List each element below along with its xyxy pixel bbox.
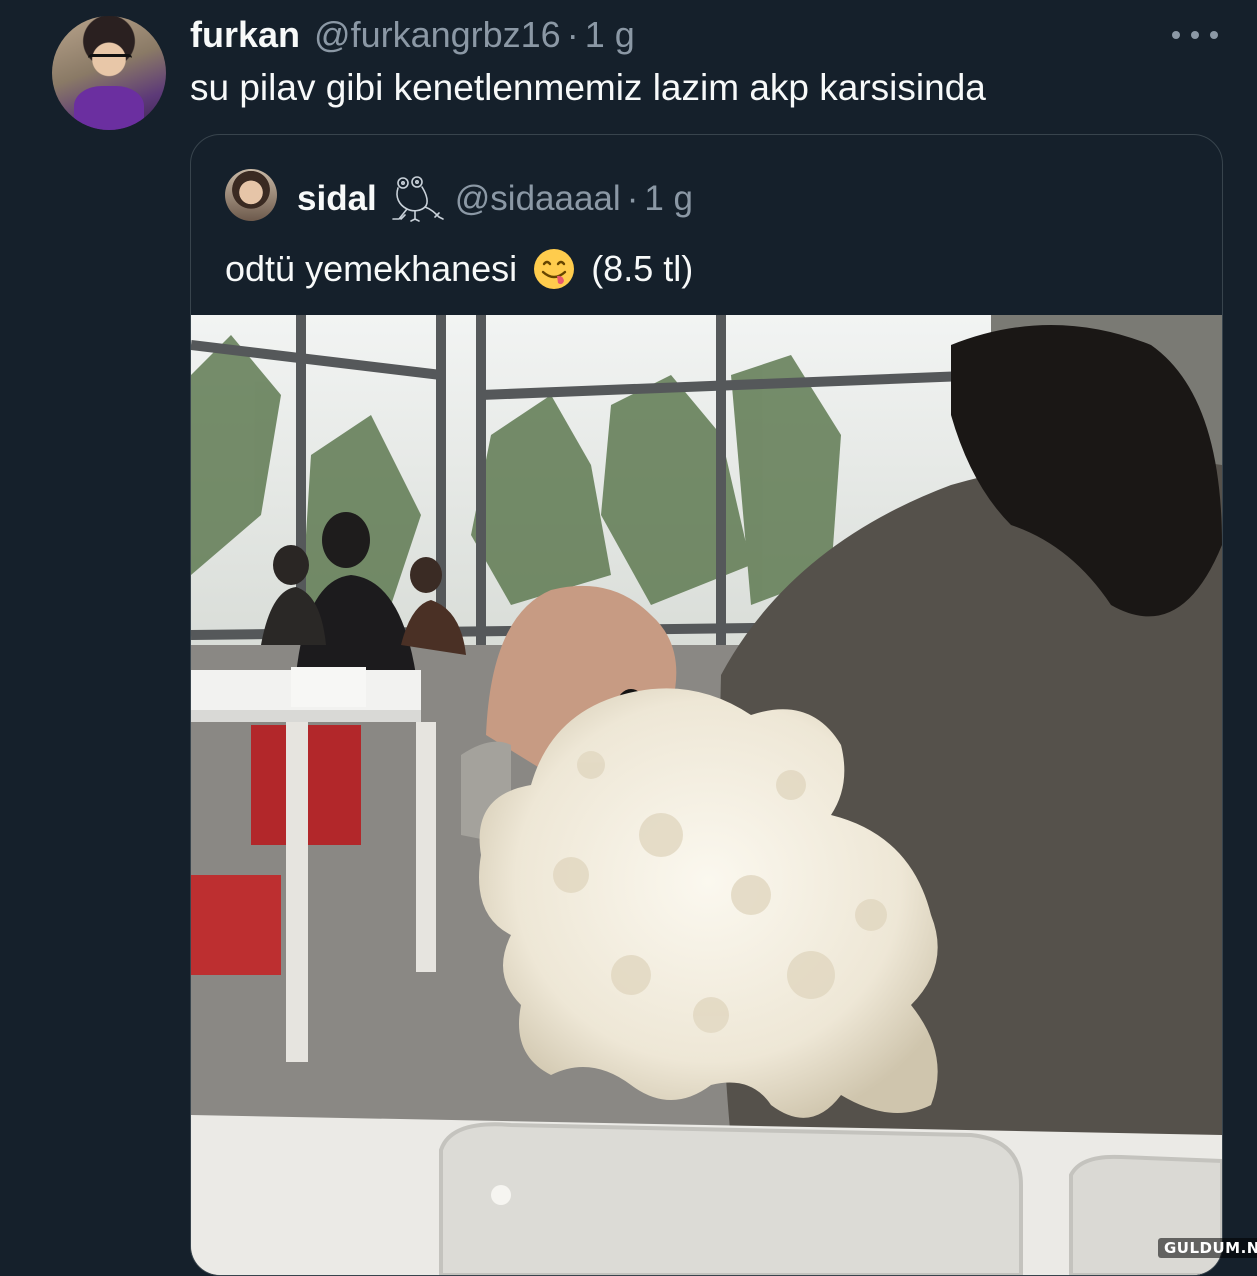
tweet-photo[interactable] — [191, 315, 1222, 1275]
tweet-time[interactable]: 1 g — [585, 14, 635, 56]
quoted-author-avatar[interactable] — [225, 169, 277, 221]
quoted-text-main: odtü yemekhanesi — [225, 248, 518, 289]
ellipsis-dot — [1210, 31, 1218, 39]
quoted-tweet-header: sidal @sidaaaal · 1 g — [297, 175, 693, 223]
ellipsis-dot — [1172, 31, 1180, 39]
ellipsis-dot — [1191, 31, 1199, 39]
separator-dot: · — [626, 179, 639, 218]
tweet-text: su pilav gibi kenetlenmemiz lazim akp ka… — [190, 67, 986, 108]
quoted-tweet-text: odtü yemekhanesi (8.5 tl) — [225, 245, 693, 293]
tweet-header: furkan @furkangrbz16 · 1 g — [190, 14, 635, 58]
watermark: GULDUM.NET — [1158, 1238, 1257, 1258]
quoted-text-price: (8.5 tl) — [591, 248, 694, 289]
frog-icon — [389, 175, 445, 223]
face-savoring-food-icon — [533, 248, 575, 290]
author-name[interactable]: furkan — [190, 14, 300, 56]
quoted-tweet[interactable]: sidal @sidaaaal · 1 g odtü yemekhanesi (… — [190, 134, 1223, 1276]
author-handle[interactable]: @furkangrbz16 — [314, 14, 561, 56]
separator-dot: · — [566, 14, 579, 55]
quoted-author-handle[interactable]: @sidaaaal — [455, 179, 621, 219]
sunglasses-shape — [88, 54, 132, 67]
quoted-author-name[interactable]: sidal — [297, 179, 377, 219]
quoted-tweet-time[interactable]: 1 g — [644, 179, 693, 219]
author-avatar[interactable] — [52, 16, 166, 130]
ellipsis-icon[interactable] — [1172, 20, 1218, 50]
